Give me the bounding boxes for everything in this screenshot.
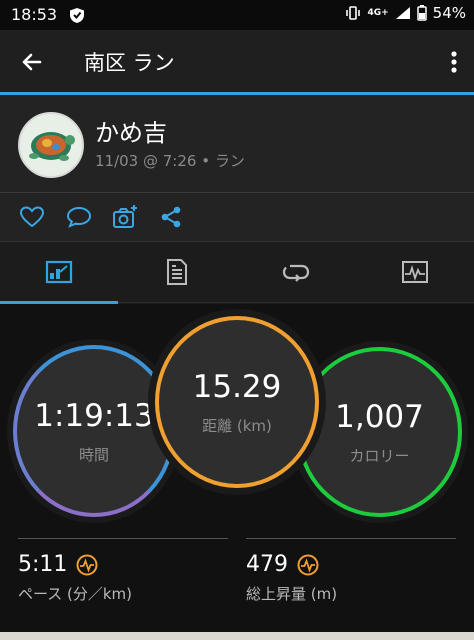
vibrate-icon xyxy=(346,6,361,20)
distance-label: 距離 (km) xyxy=(202,416,272,435)
time-stat-circle: 1:19:13 時間 xyxy=(13,345,175,517)
more-vert-icon[interactable] xyxy=(448,48,460,76)
tab-overview[interactable] xyxy=(0,242,118,302)
graph-icon xyxy=(402,261,428,283)
comment-icon[interactable] xyxy=(65,203,93,231)
distance-value: 15.29 xyxy=(192,368,282,405)
overview-chart-icon xyxy=(45,260,73,284)
back-arrow-icon[interactable] xyxy=(18,48,46,76)
insight-icon[interactable] xyxy=(297,554,319,576)
divider xyxy=(246,538,456,539)
turtle-avatar-image xyxy=(29,132,75,161)
share-icon[interactable] xyxy=(157,203,185,231)
calories-stat-circle: 1,007 カロリー xyxy=(297,347,462,517)
elevation-value: 479 xyxy=(246,552,288,577)
elevation-label: 総上昇量 (m) xyxy=(246,585,338,603)
shield-icon xyxy=(70,8,84,23)
page-title: 南区 ラン xyxy=(84,51,175,75)
action-bar xyxy=(0,193,474,241)
like-heart-icon[interactable] xyxy=(18,203,46,231)
tab-charts[interactable] xyxy=(356,242,474,302)
tab-details[interactable] xyxy=(118,242,236,302)
tab-bar xyxy=(0,241,474,304)
status-time: 18:53 xyxy=(11,5,58,24)
pace-label: ペース (分／km) xyxy=(18,585,133,603)
add-photo-icon[interactable] xyxy=(111,203,139,231)
time-value: 1:19:13 xyxy=(34,397,154,434)
pace-metric: 5:11 ペース (分／km) xyxy=(18,552,132,604)
divider xyxy=(18,538,228,539)
status-bar: 18:53 4G+ 54% xyxy=(0,0,474,30)
user-name[interactable]: かめ吉 xyxy=(95,113,167,148)
tab-underline xyxy=(118,302,474,303)
calories-value: 1,007 xyxy=(335,398,424,435)
insight-icon[interactable] xyxy=(76,554,98,576)
status-right: 4G+ 54% xyxy=(345,4,466,22)
tab-laps[interactable] xyxy=(237,242,355,302)
battery-icon xyxy=(416,5,427,21)
document-icon xyxy=(167,259,187,285)
laps-loop-icon xyxy=(282,264,310,282)
battery-percent: 54% xyxy=(432,4,466,22)
time-label: 時間 xyxy=(78,445,109,464)
signal-icon xyxy=(395,7,410,19)
network-type: 4G+ xyxy=(367,8,389,18)
app-bar: 南区 ラン xyxy=(0,30,474,92)
activity-meta: 11/03 @ 7:26 • ラン xyxy=(95,152,245,170)
pace-value: 5:11 xyxy=(18,552,68,577)
activity-header: かめ吉 11/03 @ 7:26 • ラン xyxy=(0,95,474,192)
avatar[interactable] xyxy=(18,112,84,178)
calories-label: カロリー xyxy=(349,446,410,465)
distance-stat-circle: 15.29 距離 (km) xyxy=(155,316,319,488)
map-preview[interactable] xyxy=(0,632,474,640)
elevation-metric: 479 総上昇量 (m) xyxy=(246,552,337,604)
